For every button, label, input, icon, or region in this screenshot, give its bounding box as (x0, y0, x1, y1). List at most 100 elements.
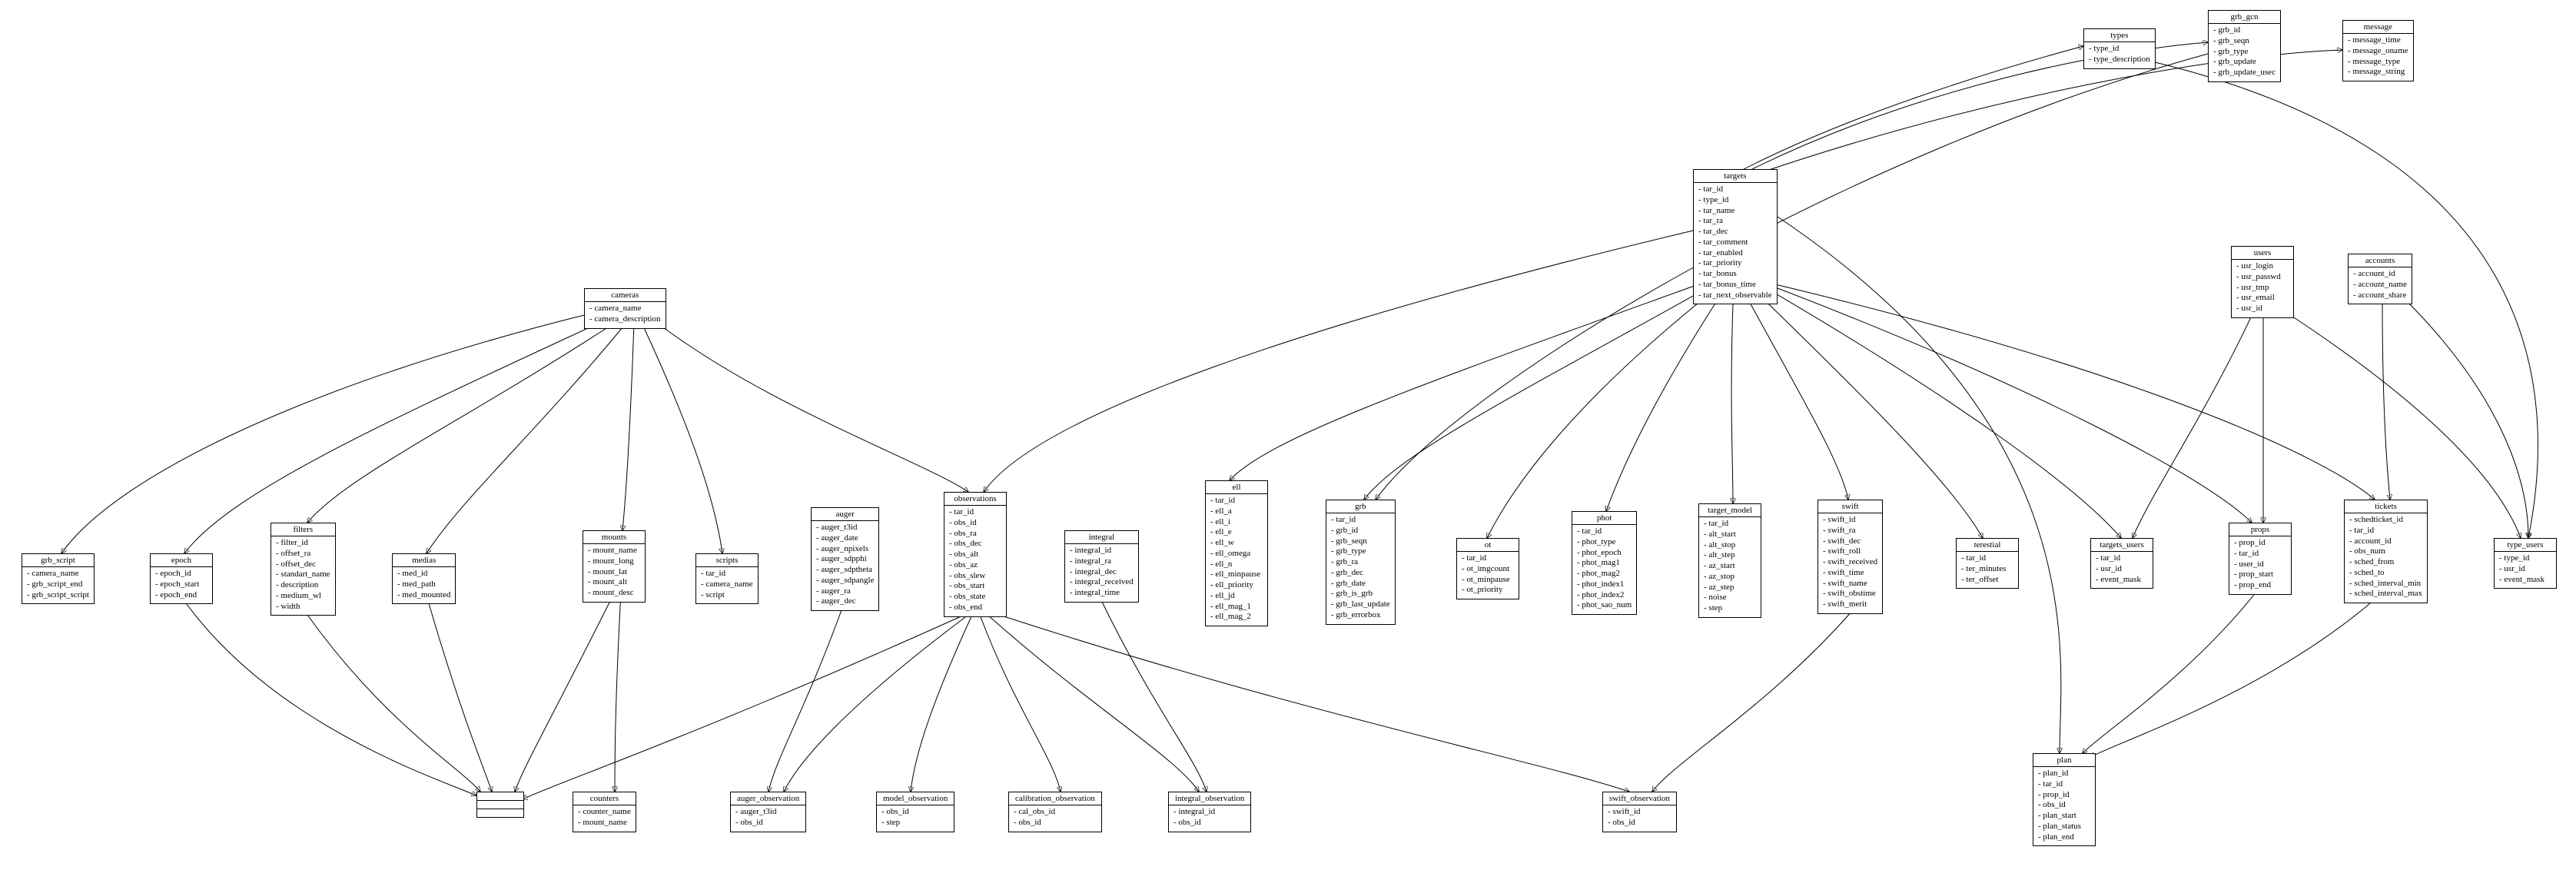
entity-fields: mount_namemount_longmount_latmount_altmo… (583, 544, 645, 602)
entity-field: epoch_start (155, 579, 207, 590)
entity-fields: swift_idobs_id (1603, 805, 1676, 832)
entity-props: propsprop_idtar_iduser_idprop_startprop_… (2229, 523, 2292, 595)
entity-field: phot_sao_num (1577, 600, 1632, 611)
entity-field: tar_dec (1698, 227, 1772, 237)
entity-title: ell (1206, 481, 1267, 494)
entity-title: grb (1326, 500, 1395, 513)
entity-field: grb_is_grb (1331, 589, 1390, 599)
entity-target_model: target_modeltar_idalt_startalt_stopalt_s… (1698, 503, 1761, 618)
entity-field: auger_ra (816, 586, 874, 597)
entity-field: account_name (2353, 280, 2407, 291)
entity-field: plan_id (2038, 769, 2090, 779)
entity-field: tar_id (1704, 519, 1756, 530)
entity-field: integral_time (1070, 588, 1134, 599)
entity-field: ell_n (1210, 560, 1263, 570)
entity-title: ot (1457, 539, 1519, 552)
entity-field: grb_ra (1331, 557, 1390, 568)
entity-field: tar_id (2038, 779, 2090, 790)
entity-field: mount_long (588, 556, 640, 567)
entity-field: obs_end (949, 603, 1001, 613)
entity-plan: planplan_idtar_idprop_idobs_idplan_start… (2033, 753, 2096, 846)
entity-field: ell_priority (1210, 580, 1263, 591)
entity-field: tar_id (1331, 515, 1390, 526)
entity-field: message_oname (2348, 46, 2408, 57)
entity-counters: counterscounter_namemount_name (573, 792, 636, 832)
entity-field: auger_sdptheta (816, 565, 874, 576)
entity-field: prop_start (2234, 570, 2286, 580)
entity-field: auger_sdpangle (816, 576, 874, 586)
entity-field: usr_id (2096, 564, 2148, 575)
entity-field: mount_lat (588, 567, 640, 578)
entity-integral_observation: integral_observationintegral_idobs_id (1168, 792, 1251, 832)
entity-accounts: accountsaccount_idaccount_nameaccount_sh… (2348, 254, 2412, 304)
entity-field: swift_time (1823, 568, 1877, 579)
entity-field: account_id (2353, 269, 2407, 280)
entity-title: types (2084, 29, 2155, 42)
entity-field: usr_id (2236, 304, 2289, 314)
entity-fields: prop_idtar_iduser_idprop_startprop_end (2229, 536, 2291, 594)
entity-field: prop_end (2234, 580, 2286, 591)
entity-field: ell_omega (1210, 549, 1263, 560)
entity-fields: type_idusr_idevent_mask (2495, 552, 2556, 588)
entity-field: obs_num (2349, 546, 2422, 557)
entity-field: obs_id (1014, 818, 1097, 829)
entity-targets: targetstar_idtype_idtar_nametar_ratar_de… (1693, 169, 1778, 304)
entity-field: alt_start (1704, 530, 1756, 540)
entity-filters: filtersfilter_idoffset_raoffset_decstand… (271, 523, 336, 616)
entity-fields: filter_idoffset_raoffset_decstandart_nam… (271, 536, 335, 615)
entity-field: grb_id (2213, 25, 2276, 36)
entity-fields: grb_idgrb_seqngrb_typegrb_updategrb_upda… (2209, 24, 2280, 81)
entity-field: script (701, 590, 753, 601)
entity-title: filters (271, 523, 335, 536)
entity-title: props (2229, 523, 2291, 536)
entity-field: tar_id (2349, 526, 2422, 536)
entity-field: usr_tmp (2236, 283, 2289, 294)
entity-field: auger_date (816, 533, 874, 544)
entity-field: auger_t3id (735, 807, 801, 818)
entity-field: swift_received (1823, 557, 1877, 568)
entity-field: tar_bonus (1698, 269, 1772, 280)
entity-field: obs_az (949, 560, 1001, 571)
entity-field: step (881, 818, 949, 829)
entity-swift: swiftswift_idswift_raswift_decswift_roll… (1817, 500, 1883, 614)
entity-observations: observationstar_idobs_idobs_raobs_decobs… (944, 492, 1007, 617)
entity-fields: integral_idobs_id (1169, 805, 1250, 832)
entity-field: phot_index2 (1577, 590, 1632, 601)
entity-field: event_mask (2499, 575, 2551, 586)
entity-field: type_description (2089, 55, 2150, 65)
entity-title: mounts (583, 531, 645, 544)
entity-field: swift_id (1823, 515, 1877, 526)
entity-field: tar_id (2234, 549, 2286, 560)
entity-grb: grbtar_idgrb_idgrb_seqngrb_typegrb_ragrb… (1326, 500, 1396, 625)
entity-field: usr_login (2236, 261, 2289, 272)
entity-model_observation: model_observationobs_idstep (876, 792, 954, 832)
entity-title: calibration_observation (1009, 792, 1101, 805)
entity-field: phot_type (1577, 537, 1632, 548)
entity-ot: ottar_idot_imgcountot_minpauseot_priorit… (1456, 538, 1519, 599)
entity-field: type_id (2499, 553, 2551, 564)
entity-field: tar_bonus_time (1698, 280, 1772, 291)
entity-message: messagemessage_timemessage_onamemessage_… (2342, 20, 2414, 81)
entity-field: tar_id (1462, 553, 1514, 564)
entity-grb_script: grb_scriptcamera_namegrb_script_endgrb_s… (22, 553, 95, 604)
relationship-edges (0, 0, 2576, 865)
entity-field: swift_obstime (1823, 589, 1877, 599)
entity-field: noise (1704, 593, 1756, 603)
entity-type_users: type_userstype_idusr_idevent_mask (2494, 538, 2557, 589)
entity-field: phot_epoch (1577, 548, 1632, 559)
entity-field: prop_id (2038, 790, 2090, 801)
entity-fields: tar_idgrb_idgrb_seqngrb_typegrb_ragrb_de… (1326, 513, 1395, 624)
entity-field: integral_ra (1070, 556, 1134, 567)
entity-fields: med_idmed_pathmed_mounted (393, 567, 455, 603)
entity-field: ell_e (1210, 527, 1263, 538)
empty-entity (476, 792, 524, 818)
entity-field: obs_ra (949, 529, 1001, 540)
entity-field: grb_seqn (2213, 36, 2276, 47)
entity-title: counters (573, 792, 636, 805)
entity-field: camera_name (701, 579, 753, 590)
entity-field: auger_sdpphi (816, 554, 874, 565)
entity-ell: elltar_idell_aell_iell_eell_well_omegael… (1205, 480, 1268, 626)
entity-field: obs_id (735, 818, 801, 829)
entity-field: integral_id (1070, 546, 1134, 556)
entity-title: swift_observation (1603, 792, 1676, 805)
